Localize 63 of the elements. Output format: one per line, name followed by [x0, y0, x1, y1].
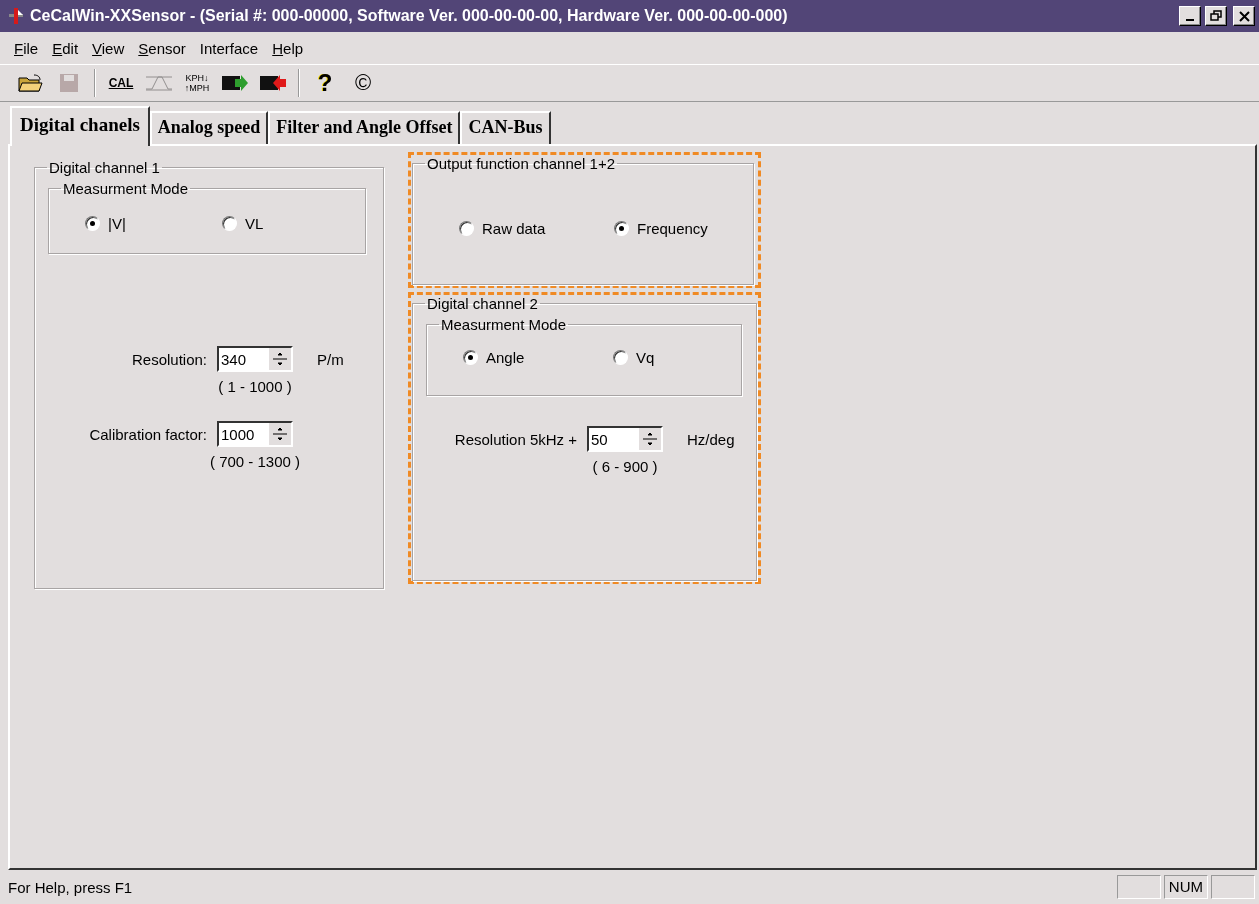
range-hint: ( 6 - 900 ) — [592, 458, 658, 475]
menu-item[interactable]: Help — [266, 37, 310, 59]
spin-arrows-icon — [641, 430, 659, 448]
toolbar-button[interactable]: © — [346, 68, 380, 98]
toolbar-button[interactable]: ? — [308, 68, 342, 98]
tab[interactable]: Filter and Angle Offset — [268, 111, 461, 144]
group-title: Digital channel 2 — [426, 295, 539, 312]
restore-icon — [1210, 10, 1222, 22]
tab[interactable]: Analog speed — [149, 111, 269, 144]
status-panel — [1116, 875, 1161, 899]
group-title: Measurment Mode — [62, 180, 190, 197]
field-label: Resolution 5kHz + — [453, 430, 577, 448]
spin-field[interactable]: 50 — [587, 426, 663, 452]
radio-label: Raw data — [482, 220, 546, 237]
range-hint: ( 700 - 1300 ) — [209, 453, 301, 470]
field-label: Calibration factor: — [88, 425, 207, 443]
copyright-text: © — [354, 70, 372, 96]
radio-button[interactable] — [222, 216, 237, 231]
close-icon — [1238, 10, 1250, 22]
spin-field[interactable]: 1000 — [217, 421, 293, 447]
tab[interactable]: Digital chanels — [10, 106, 150, 146]
radio-label: VL — [245, 215, 264, 232]
spin-arrows-icon — [271, 350, 289, 368]
status-panel: NUM — [1163, 875, 1208, 899]
cal-text: CAL — [108, 76, 134, 90]
close-button[interactable] — [1233, 6, 1255, 26]
send-arrow-icon — [221, 73, 249, 93]
radio-button[interactable] — [459, 221, 474, 236]
tab[interactable]: CAN-Bus — [460, 111, 551, 144]
menu-item[interactable]: Edit — [46, 37, 85, 59]
group-title: Digital channel 1 — [48, 159, 161, 176]
spin-field[interactable]: 340 — [217, 346, 293, 372]
menu-item[interactable]: File — [8, 37, 45, 59]
radio-label: Vq — [636, 349, 655, 366]
status-text: For Help, press F1 — [8, 878, 134, 896]
radio-label: |V| — [108, 215, 126, 232]
group-title: Measurment Mode — [440, 316, 568, 333]
menu-item[interactable]: Sensor — [132, 37, 192, 59]
app-icon — [6, 6, 26, 26]
status-panel — [1211, 875, 1255, 899]
help-text: ? — [317, 69, 333, 97]
radio-button[interactable] — [85, 216, 100, 231]
toolbar-button[interactable]: CAL — [104, 68, 138, 98]
unit-label: P/m — [317, 350, 345, 368]
menu-item[interactable]: Interface — [193, 37, 265, 59]
spin-arrows-icon — [271, 425, 289, 443]
radio-label: Frequency — [637, 220, 708, 237]
field-label: Resolution: — [130, 350, 207, 368]
menu-item[interactable]: View — [86, 37, 131, 59]
radio-button[interactable] — [613, 350, 628, 365]
receive-arrow-icon — [259, 73, 287, 93]
folder-icon — [18, 73, 44, 93]
unit-label: Hz/deg — [687, 430, 736, 448]
window-title: CeCalWin-XXSensor - (Serial #: 000-00000, Software Ver. 000-00-00-00, Hardware Ver. 000-00-00-000) — [30, 7, 789, 25]
range-hint: ( 1 - 1000 ) — [218, 378, 292, 395]
group-title: Output function channel 1+2 — [426, 155, 617, 172]
radio-label: Angle — [486, 349, 525, 366]
minimize-icon — [1186, 19, 1194, 21]
radio-button[interactable] — [463, 350, 478, 365]
waveform-icon — [145, 75, 173, 91]
minimize-button[interactable] — [1179, 6, 1201, 26]
restore-button[interactable] — [1205, 6, 1227, 26]
radio-button[interactable] — [614, 221, 629, 236]
